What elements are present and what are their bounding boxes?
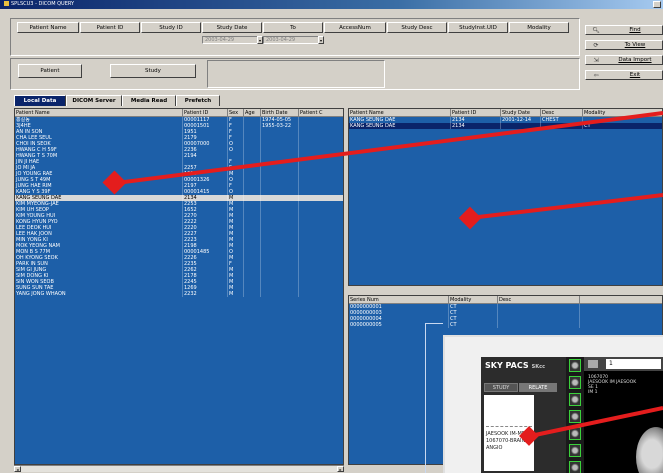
arrow-to-patient-list — [115, 111, 663, 185]
arrow-to-viewer-info — [534, 406, 663, 437]
arrow-to-study-list — [469, 193, 663, 220]
annotation-arrows — [115, 111, 663, 437]
dicom-query-window: SPLSCU3 - DICOM QUERY Patient Name Patie… — [0, 0, 663, 473]
